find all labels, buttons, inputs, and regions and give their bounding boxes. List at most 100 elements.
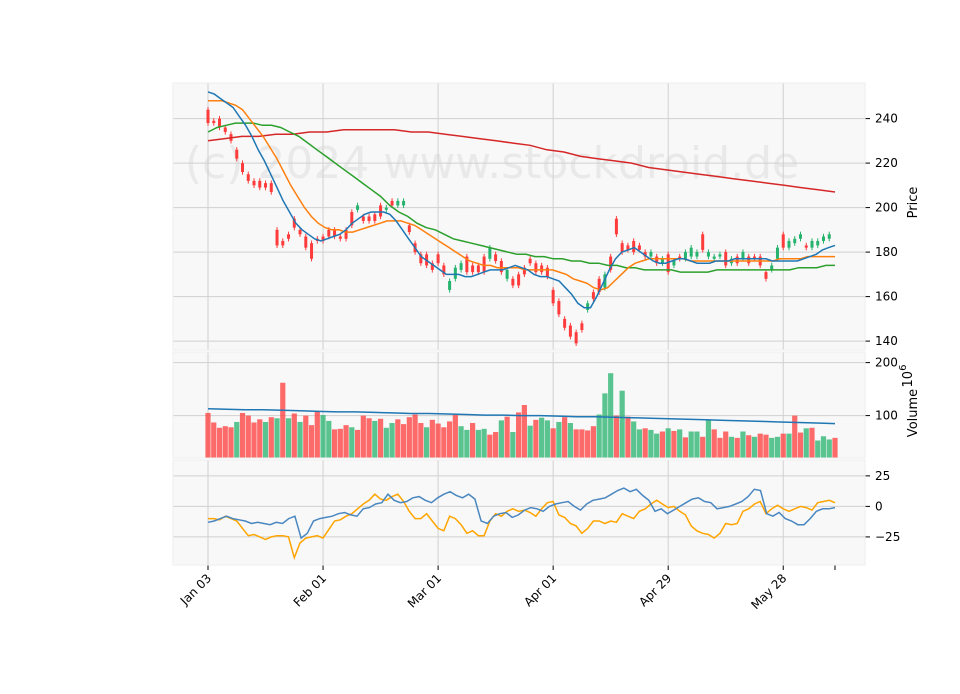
candle-body [563,318,567,328]
candle-body [327,229,331,237]
candle-body [695,252,699,257]
candle-body [735,256,739,264]
volume-bar [366,418,372,458]
volume-bar [268,417,274,458]
volume-bar [717,437,723,458]
volume-bar [464,429,470,458]
volume-bar [481,428,487,458]
candle-body [511,278,515,286]
volume-bar [751,436,758,458]
candle-body [718,254,722,257]
candle-body [275,229,279,246]
volume-bar [389,423,395,458]
volume-bar [446,421,453,458]
panel-background-1 [173,83,865,350]
volume-bar [694,431,700,458]
volume-bar [809,427,815,458]
candle-body [747,256,751,264]
candle-body [459,263,463,270]
candle-body [281,240,285,246]
volume-y-tick-label: 100 [875,409,898,423]
candle-body [816,240,820,246]
candle-body [683,252,687,259]
candle-body [689,247,693,257]
volume-bar [786,433,792,458]
candle-body [534,263,538,273]
volume-bar [297,421,303,458]
volume-bar [711,429,717,458]
candle-body [367,216,371,221]
volume-bar [285,418,292,458]
volume-bar [423,427,430,458]
volume-bar [815,440,821,458]
volume-bar [700,436,706,458]
volume-bar [608,373,614,458]
candle-body [810,240,814,248]
osc-y-tick-label: 0 [875,499,883,513]
candle-body [373,214,377,221]
candle-body [206,109,210,124]
volume-bar [498,420,504,458]
candle-body [672,261,676,266]
volume-bar [757,433,763,458]
volume-bar [245,415,251,458]
volume-bar [493,432,499,458]
candle-body [384,207,388,210]
price-y-tick-label: 200 [875,201,898,215]
volume-bar [740,431,746,458]
candle-body [586,303,590,310]
volume-bar [234,421,240,458]
candle-body [517,274,521,286]
volume-bar [705,420,712,458]
volume-bar [251,422,257,458]
x-tick-label: May 28 [748,571,789,612]
candle-body [574,332,578,344]
candle-body [781,234,785,248]
volume-bar [832,437,838,458]
candle-body [453,267,457,279]
volume-bar [780,433,786,458]
candle-body [338,236,342,239]
osc-y-tick-label: 25 [875,469,890,483]
candle-body [476,265,480,273]
volume-bar [216,427,223,458]
volume-bar [556,421,562,458]
volume-bar [562,417,568,458]
price-y-tick-label: 140 [875,334,898,348]
volume-bar [659,431,666,458]
volume-bar [585,430,591,458]
x-tick-label: Mar 01 [405,571,444,610]
candle-body [505,269,509,279]
candle-body [252,180,256,186]
volume-bar [544,420,550,458]
volume-bar [573,429,579,458]
candle-body [827,234,831,239]
volume-bar [303,415,309,458]
price-axis-title: Price [906,187,921,219]
volume-bar [648,429,654,458]
volume-bar [688,431,694,458]
volume-bar [441,427,447,458]
candle-body [379,205,383,217]
volume-bar [631,421,637,458]
candle-body [298,229,302,235]
volume-bar [734,437,740,458]
candle-body [540,265,544,273]
candle-body [390,200,394,206]
volume-bar [291,413,297,458]
candle-body [787,240,791,248]
volume-bar [567,423,573,458]
candle-body [304,236,308,248]
volume-bar [372,420,378,458]
candle-body [568,325,572,337]
volume-bar [222,426,228,458]
volume-bar [654,433,660,458]
volume-bar [475,429,481,458]
candle-body [798,234,802,239]
volume-bar [280,382,286,458]
candle-body [775,247,779,259]
candle-body [614,218,618,235]
volume-bar [642,428,648,458]
candle-body [620,243,624,253]
volume-bar [533,419,539,458]
